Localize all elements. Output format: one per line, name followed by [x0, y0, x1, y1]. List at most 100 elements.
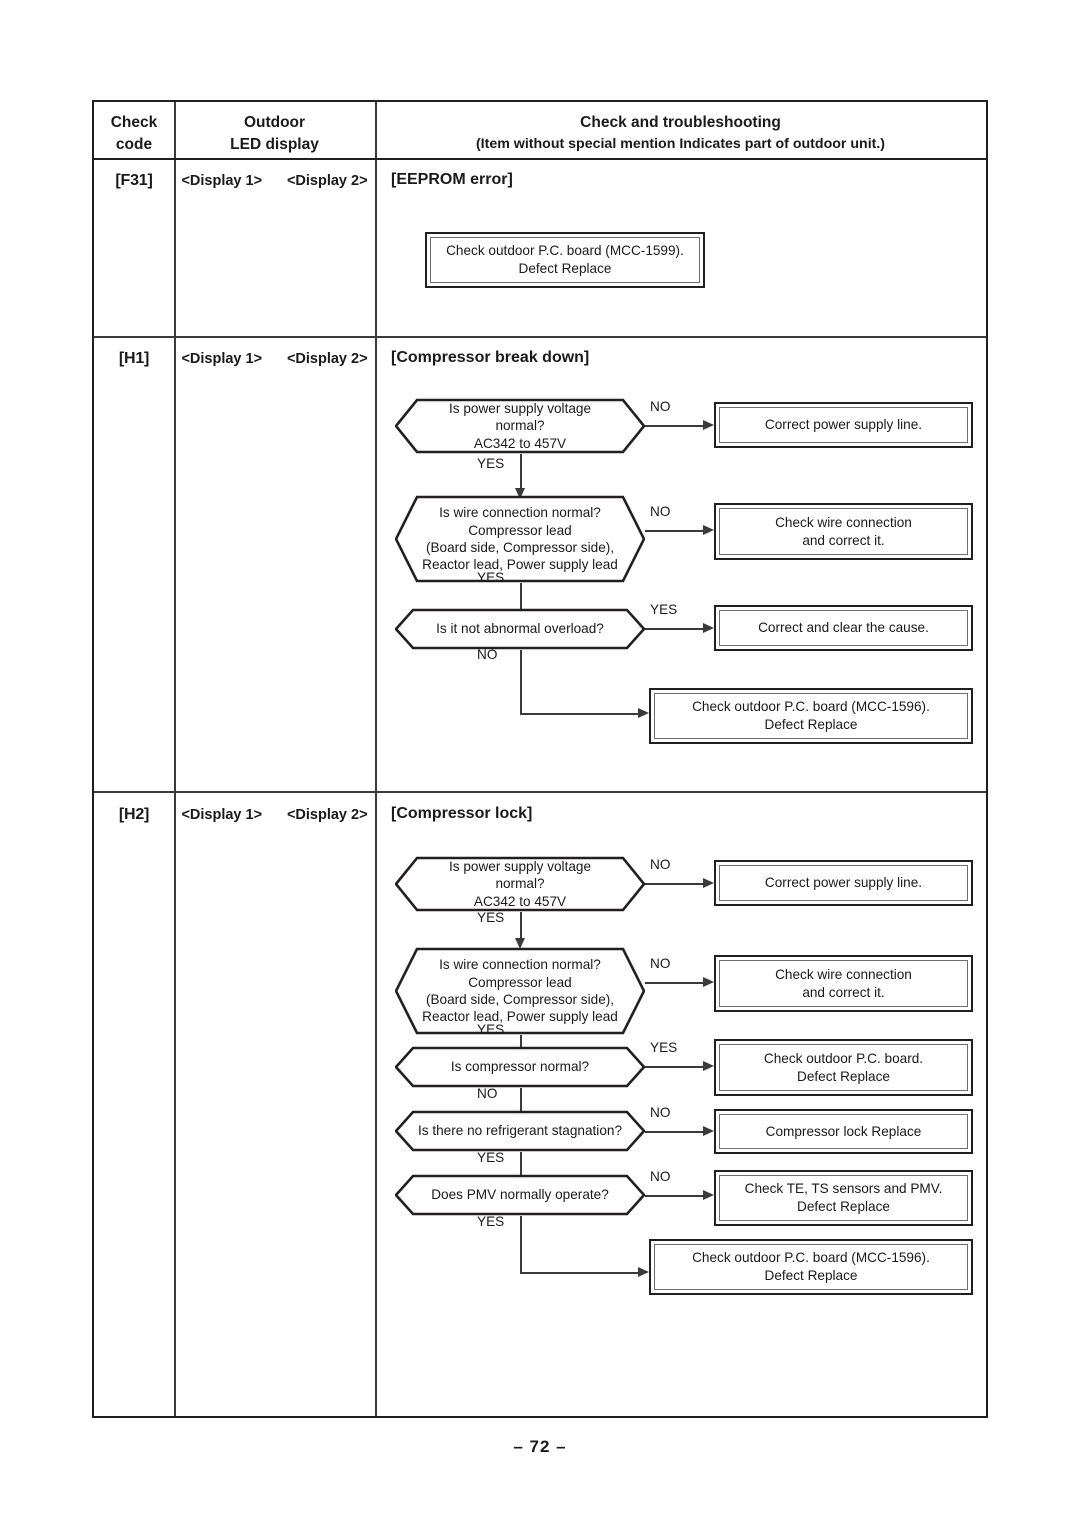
header-led-line1: Outdoor — [243, 114, 306, 131]
row-h1-branch-arrow-1 — [703, 420, 714, 430]
row-h1-decision-2: Is wire connection normal? Compressor le… — [395, 495, 645, 583]
row-h2-decision5-line1: Does PMV normally operate? — [431, 1187, 609, 1203]
row-h1-action-box-3: Correct and clear the cause. — [714, 605, 973, 651]
row-h2-branch-arrow-4 — [703, 1126, 714, 1136]
row-h1-code: [H1] — [118, 350, 150, 367]
row-h2-decision2-line4: Reactor lead, Power supply lead — [422, 1009, 618, 1025]
row-h2-branch-line-3 — [645, 1066, 705, 1068]
row-h2-final-hline — [520, 1272, 640, 1274]
row-h2-decision2-line1: Is wire connection normal? — [439, 957, 601, 973]
row-h2-action-box-2: Check wire connection and correct it. — [714, 955, 973, 1012]
row-f31-box1-line2: Defect Replace — [518, 261, 612, 276]
row-h1-title: [Compressor break down] — [391, 349, 590, 366]
header-check-code-line2: code — [115, 136, 153, 154]
row-h1-box3-line1: Correct and clear the cause. — [758, 620, 929, 636]
row-h1-decision2-line1: Is wire connection normal? — [439, 505, 601, 521]
row-h1-branch-label-1: NO — [650, 399, 671, 414]
row-h2-action-box-5: Check TE, TS sensors and PMV. Defect Rep… — [714, 1170, 973, 1226]
row-h2-box6-line1: Check outdoor P.C. board (MCC-1596). — [692, 1250, 930, 1266]
row-h2-box5-line1: Check TE, TS sensors and PMV. — [744, 1181, 943, 1197]
header-check-code-line1: Check — [110, 114, 158, 131]
row-h1-branch-label-3: YES — [650, 602, 678, 617]
row-h1-decision2-line3: (Board side, Compressor side), — [425, 540, 615, 555]
row-h2-action-box-1: Correct power supply line. — [714, 860, 973, 906]
header-check-troubleshooting: Check and troubleshooting (Item without … — [375, 112, 986, 155]
row-h1-branch-label-2: NO — [650, 504, 671, 519]
row-h1-action-box-1: Correct power supply line. — [714, 402, 973, 448]
row-h2-decision3-line1: Is compressor normal? — [450, 1059, 590, 1075]
row-h1-decision1-line1: Is power supply voltage normal? — [448, 400, 592, 434]
row-h2-down-label-4: YES — [477, 1150, 505, 1165]
row-h2-branch-line-1 — [645, 883, 705, 885]
row-h1-display2: <Display 2> — [286, 351, 368, 367]
row-h1-branch-line-1 — [645, 425, 705, 427]
row-h1-decision-1: Is power supply voltage normal? AC342 to… — [395, 398, 645, 454]
row-h2-branch-line-5 — [645, 1195, 705, 1197]
row-h2-branch-label-3: YES — [650, 1040, 678, 1055]
row-f31-display2: <Display 2> — [286, 173, 368, 189]
row-h1-final-vline — [520, 650, 522, 715]
row-h2-branch-label-2: NO — [650, 956, 671, 971]
column-divider-1 — [174, 102, 176, 1416]
row-h2-decision-1: Is power supply voltage normal? AC342 to… — [395, 856, 645, 912]
row-h2-box3-line2: Defect Replace — [797, 1068, 890, 1084]
row-h2-decision1-line1: Is power supply voltage normal? — [448, 858, 592, 892]
row-h1-final-arrow — [638, 708, 649, 718]
row-h2-box5-line2: Defect Replace — [797, 1199, 890, 1214]
row-h2-display2: <Display 2> — [286, 807, 368, 823]
row-h1-down-label-1: YES — [477, 456, 505, 471]
row-h2-branch-label-5: NO — [650, 1169, 671, 1184]
row-h1-branch-line-2 — [645, 530, 705, 532]
row-h1-down-label-3: NO — [477, 647, 498, 662]
row-h2-decision2-line3: (Board side, Compressor side), — [425, 992, 615, 1007]
row-h2-box2-line2: and correct it. — [802, 984, 885, 1000]
row-h2-action-box-3: Check outdoor P.C. board. Defect Replace — [714, 1039, 973, 1096]
row-h2-led: <Display 1> <Display 2> — [174, 806, 375, 824]
row-h2-down-label-3: NO — [477, 1086, 498, 1101]
row-h1-box1-line1: Correct power supply line. — [764, 417, 923, 433]
row-h2-decision1-line2: AC342 to 457V — [473, 893, 567, 909]
row-h2-box2-line1: Check wire connection — [775, 966, 912, 982]
header-led-line2: LED display — [230, 136, 319, 154]
row-h1-down-line-1 — [520, 454, 522, 492]
header-check-code: Check code — [94, 112, 174, 157]
row-h2-display1: <Display 1> — [181, 807, 263, 823]
row-h1-box4-line1: Check outdoor P.C. board (MCC-1596). — [692, 699, 930, 715]
row-h1-decision1-line2: AC342 to 457V — [473, 435, 567, 451]
row-h2-box6-line2: Defect Replace — [764, 1268, 858, 1283]
row-divider-1 — [94, 336, 986, 338]
row-h1-action-box-2: Check wire connection and correct it. — [714, 503, 973, 560]
row-h1-final-hline — [520, 713, 640, 715]
row-h2-branch-arrow-3 — [703, 1061, 714, 1071]
row-h2-decision-3: Is compressor normal? — [395, 1046, 645, 1088]
row-h2-decision-4: Is there no refrigerant stagnation? — [395, 1110, 645, 1152]
header-led-display: Outdoor LED display — [174, 112, 375, 157]
row-h2-title: [Compressor lock] — [391, 805, 533, 822]
row-divider-2 — [94, 791, 986, 793]
row-h2-final-vline — [520, 1216, 522, 1274]
row-h2-code: [H2] — [118, 806, 150, 823]
row-f31-action-box-1: Check outdoor P.C. board (MCC-1599). Def… — [425, 232, 705, 288]
row-h1-led: <Display 1> <Display 2> — [174, 350, 375, 368]
row-h2-box4-line1: Compressor lock Replace — [765, 1123, 922, 1139]
page-number: – 72 – — [513, 1437, 567, 1456]
header-check-line2: (Item without special mention Indicates … — [475, 136, 886, 153]
header-divider — [94, 158, 986, 161]
row-h2-branch-line-2 — [645, 982, 705, 984]
row-h2-branch-arrow-1 — [703, 878, 714, 888]
row-h1-display1: <Display 1> — [181, 351, 263, 367]
row-h1-box4-line2: Defect Replace — [764, 717, 858, 732]
row-h1-branch-arrow-2 — [703, 525, 714, 535]
header-check-line1: Check and troubleshooting — [580, 114, 781, 131]
manual-page: Check code Outdoor LED display Check and… — [0, 0, 1080, 1525]
row-h2-final-arrow — [638, 1267, 649, 1277]
row-h1-decision2-line4: Reactor lead, Power supply lead — [422, 557, 618, 573]
row-h2-action-box-6: Check outdoor P.C. board (MCC-1596). Def… — [649, 1239, 973, 1295]
row-h2-decision4-line1: Is there no refrigerant stagnation? — [417, 1123, 623, 1139]
row-h2-down-label-1: YES — [477, 910, 505, 925]
row-h1-decision-3: Is it not abnormal overload? — [395, 608, 645, 650]
row-f31-led: <Display 1> <Display 2> — [174, 172, 375, 190]
row-h2-decision-2: Is wire connection normal? Compressor le… — [395, 947, 645, 1035]
row-h2-branch-arrow-5 — [703, 1190, 714, 1200]
row-h1-action-box-4: Check outdoor P.C. board (MCC-1596). Def… — [649, 688, 973, 744]
